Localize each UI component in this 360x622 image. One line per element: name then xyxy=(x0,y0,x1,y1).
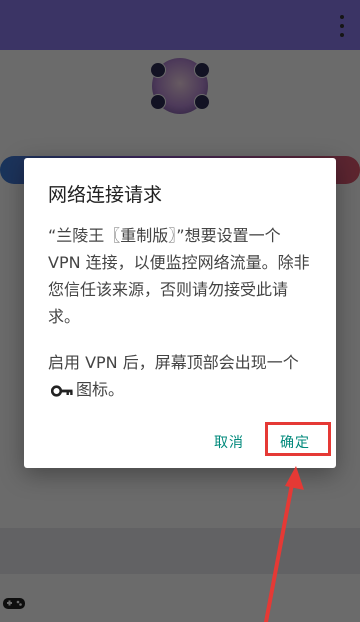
cancel-button[interactable]: 取消 xyxy=(214,432,244,452)
dialog-body: “兰陵王〖重制版〗”想要设置一个 VPN 连接，以便监控网络流量。除非您信任该来… xyxy=(48,222,316,403)
key-icon xyxy=(51,384,73,397)
dialog-message: “兰陵王〖重制版〗”想要设置一个 VPN 连接，以便监控网络流量。除非您信任该来… xyxy=(48,226,310,326)
dialog-note-text-before: 启用 VPN 后，屏幕顶部会出现一个 xyxy=(48,353,299,372)
ok-button[interactable]: 确定 xyxy=(280,432,310,452)
dialog-note: 启用 VPN 后，屏幕顶部会出现一个 图标。 xyxy=(48,349,316,403)
dialog-title: 网络连接请求 xyxy=(48,184,163,206)
vpn-connection-dialog: 网络连接请求 “兰陵王〖重制版〗”想要设置一个 VPN 连接，以便监控网络流量。… xyxy=(24,158,336,468)
dialog-note-text-after: 图标。 xyxy=(76,380,125,399)
